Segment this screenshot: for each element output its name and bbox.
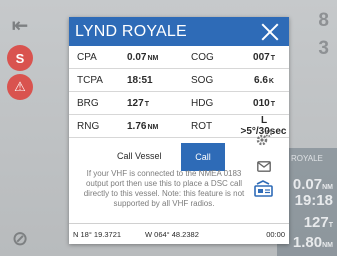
back-arrow-icon[interactable]: ⇤ (7, 12, 33, 38)
cell-label: CPA (69, 46, 125, 69)
cell-label: HDG (185, 91, 239, 115)
cell-value: 010T (239, 91, 289, 115)
call-vessel-label: Call Vessel (117, 151, 162, 161)
cell-value: 007T (239, 46, 289, 69)
readout-tcpa: 19:18 (294, 192, 333, 209)
vessel-details-dialog: LYND ROYALE CPA 0.07NM COG 007T TCPA 18:… (69, 17, 289, 244)
table-row: CPA 0.07NM COG 007T (69, 46, 289, 69)
dollar-icon[interactable]: S (7, 45, 33, 71)
cell-value: 6.6K (239, 68, 289, 92)
latitude-value: N 18° 19.3721 (73, 229, 122, 239)
cell-label: TCPA (69, 68, 125, 92)
table-row: TCPA 18:51 SOG 6.6K (69, 68, 289, 92)
cell-label: BRG (69, 91, 125, 115)
time-value: 00:00 (266, 229, 285, 239)
dialog-title: LYND ROYALE (75, 22, 187, 40)
cell-value: 1.76NM (125, 114, 185, 138)
scale-icon[interactable]: ⊘ (7, 225, 33, 251)
dsc-info-text: If your VHF is connected to the NMEA 018… (83, 169, 245, 208)
cell-label: COG (185, 46, 239, 69)
call-button[interactable]: Call (181, 143, 225, 171)
close-icon[interactable] (261, 23, 279, 41)
settings-gears-icon[interactable] (255, 129, 273, 152)
readout-cpa: 0.07NM (292, 176, 333, 193)
message-icon[interactable] (257, 159, 271, 177)
readout-rng: 1.80NM (292, 234, 333, 251)
longitude-value: W 064° 48.2382 (145, 229, 199, 239)
vessel-card-icon[interactable] (254, 179, 273, 202)
cell-label: ROT (185, 114, 239, 138)
cell-label: SOG (185, 68, 239, 92)
cell-label: RNG (69, 114, 125, 138)
dialog-header: LYND ROYALE (69, 17, 289, 46)
cell-value: 18:51 (125, 68, 185, 92)
position-footer: N 18° 19.3721 W 064° 48.2382 00:00 (69, 223, 289, 244)
bg-number-top: 8 (318, 10, 329, 31)
readout-brg: 127T (303, 214, 333, 231)
table-row: BRG 127T HDG 010T (69, 91, 289, 115)
cell-value: 0.07NM (125, 46, 185, 69)
alert-icon[interactable]: ⚠ (7, 74, 33, 100)
bg-number-second: 3 (318, 38, 329, 59)
vessel-data-table: CPA 0.07NM COG 007T TCPA 18:51 SOG 6.6K … (69, 46, 289, 138)
cell-value: 127T (125, 91, 185, 115)
